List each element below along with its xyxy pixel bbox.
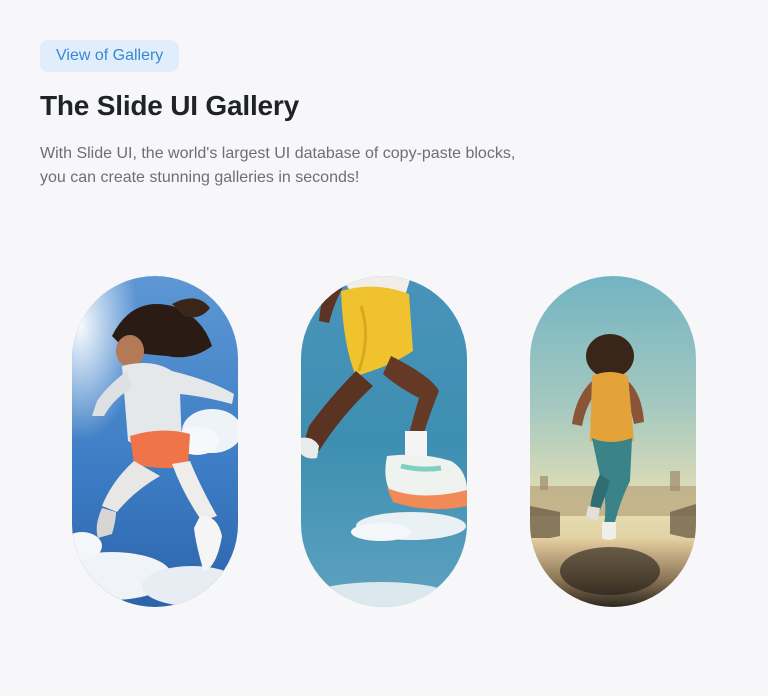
running-woman-photo [530,276,696,607]
runner-legs-photo [301,276,467,607]
view-gallery-badge[interactable]: View of Gallery [40,40,180,72]
page-title: The Slide UI Gallery [40,90,299,121]
description-line-2: you can create stunning galleries in sec… [40,169,360,186]
description-line-1: With Slide UI, the world's largest UI da… [40,145,516,162]
page-description: With Slide UI, the world's largest UI da… [40,142,580,190]
gallery-image-runner-legs[interactable] [301,276,467,607]
jumping-woman-photo [72,276,238,607]
gallery-image-jumping-woman[interactable] [72,276,238,607]
gallery-image-running-woman[interactable] [530,276,696,607]
